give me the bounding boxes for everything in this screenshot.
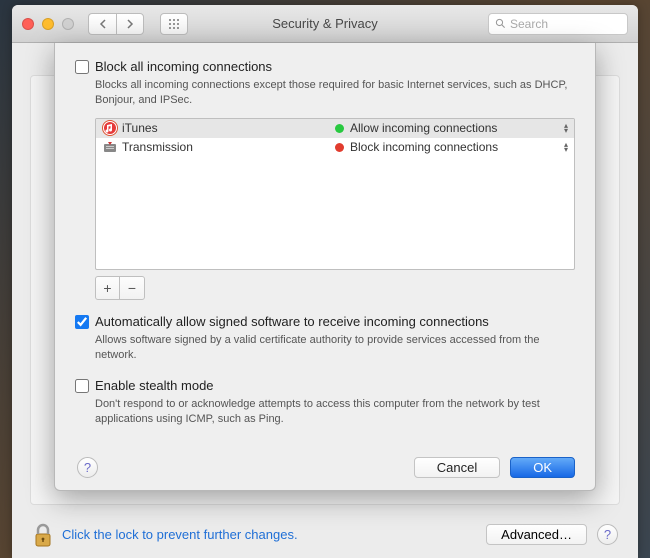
status-text: Block incoming connections (350, 140, 498, 154)
forward-button[interactable] (116, 13, 144, 35)
advanced-button[interactable]: Advanced… (486, 524, 587, 545)
nav-group (88, 13, 144, 35)
ok-button[interactable]: OK (510, 457, 575, 478)
lock-text[interactable]: Click the lock to prevent further change… (62, 527, 298, 542)
remove-button[interactable]: − (120, 277, 144, 299)
chevron-updown-icon[interactable]: ▴▾ (564, 142, 568, 152)
stealth-row: Enable stealth mode (75, 378, 575, 393)
lock-icon[interactable] (32, 522, 54, 548)
app-name: iTunes (122, 121, 335, 135)
stealth-desc: Don't respond to or acknowledge attempts… (95, 397, 575, 427)
chevron-updown-icon[interactable]: ▴▾ (564, 123, 568, 133)
search-placeholder: Search (510, 17, 548, 31)
auto-allow-label: Automatically allow signed software to r… (95, 314, 489, 329)
cancel-button[interactable]: Cancel (414, 457, 500, 478)
block-all-label: Block all incoming connections (95, 59, 272, 74)
prefs-footer: Click the lock to prevent further change… (12, 510, 638, 558)
add-remove-buttons: + − (95, 276, 145, 300)
search-icon (495, 18, 506, 29)
itunes-icon (102, 120, 118, 136)
help-button[interactable]: ? (77, 457, 98, 478)
app-status-select[interactable]: Block incoming connections (335, 140, 560, 154)
block-all-checkbox[interactable] (75, 60, 89, 74)
button-row: Cancel OK (414, 457, 575, 478)
app-status-select[interactable]: Allow incoming connections (335, 121, 560, 135)
auto-allow-desc: Allows software signed by a valid certif… (95, 333, 575, 363)
status-dot-icon (335, 143, 344, 152)
app-row[interactable]: Transmission Block incoming connections … (96, 138, 574, 157)
status-text: Allow incoming connections (350, 121, 497, 135)
sheet-footer: ? Cancel OK (75, 449, 575, 478)
auto-allow-checkbox[interactable] (75, 315, 89, 329)
app-name: Transmission (122, 140, 335, 154)
minimize-icon[interactable] (42, 18, 54, 30)
transmission-icon (102, 139, 118, 155)
close-icon[interactable] (22, 18, 34, 30)
back-button[interactable] (88, 13, 116, 35)
show-all-button[interactable] (160, 13, 188, 35)
traffic-lights (22, 18, 74, 30)
auto-allow-row: Automatically allow signed software to r… (75, 314, 575, 329)
search-input[interactable]: Search (488, 13, 628, 35)
titlebar: Security & Privacy Search (12, 5, 638, 43)
stealth-checkbox[interactable] (75, 379, 89, 393)
firewall-options-sheet: Block all incoming connections Blocks al… (54, 43, 596, 491)
block-all-row: Block all incoming connections (75, 59, 575, 74)
prefs-window: Security & Privacy Search Block all inco… (12, 5, 638, 558)
stealth-label: Enable stealth mode (95, 378, 214, 393)
block-all-desc: Blocks all incoming connections except t… (95, 78, 575, 108)
app-list[interactable]: iTunes Allow incoming connections ▴▾ Tra… (95, 118, 575, 270)
maximize-icon (62, 18, 74, 30)
status-dot-icon (335, 124, 344, 133)
add-button[interactable]: + (96, 277, 120, 299)
footer-help-button[interactable]: ? (597, 524, 618, 545)
app-row[interactable]: iTunes Allow incoming connections ▴▾ (96, 119, 574, 138)
